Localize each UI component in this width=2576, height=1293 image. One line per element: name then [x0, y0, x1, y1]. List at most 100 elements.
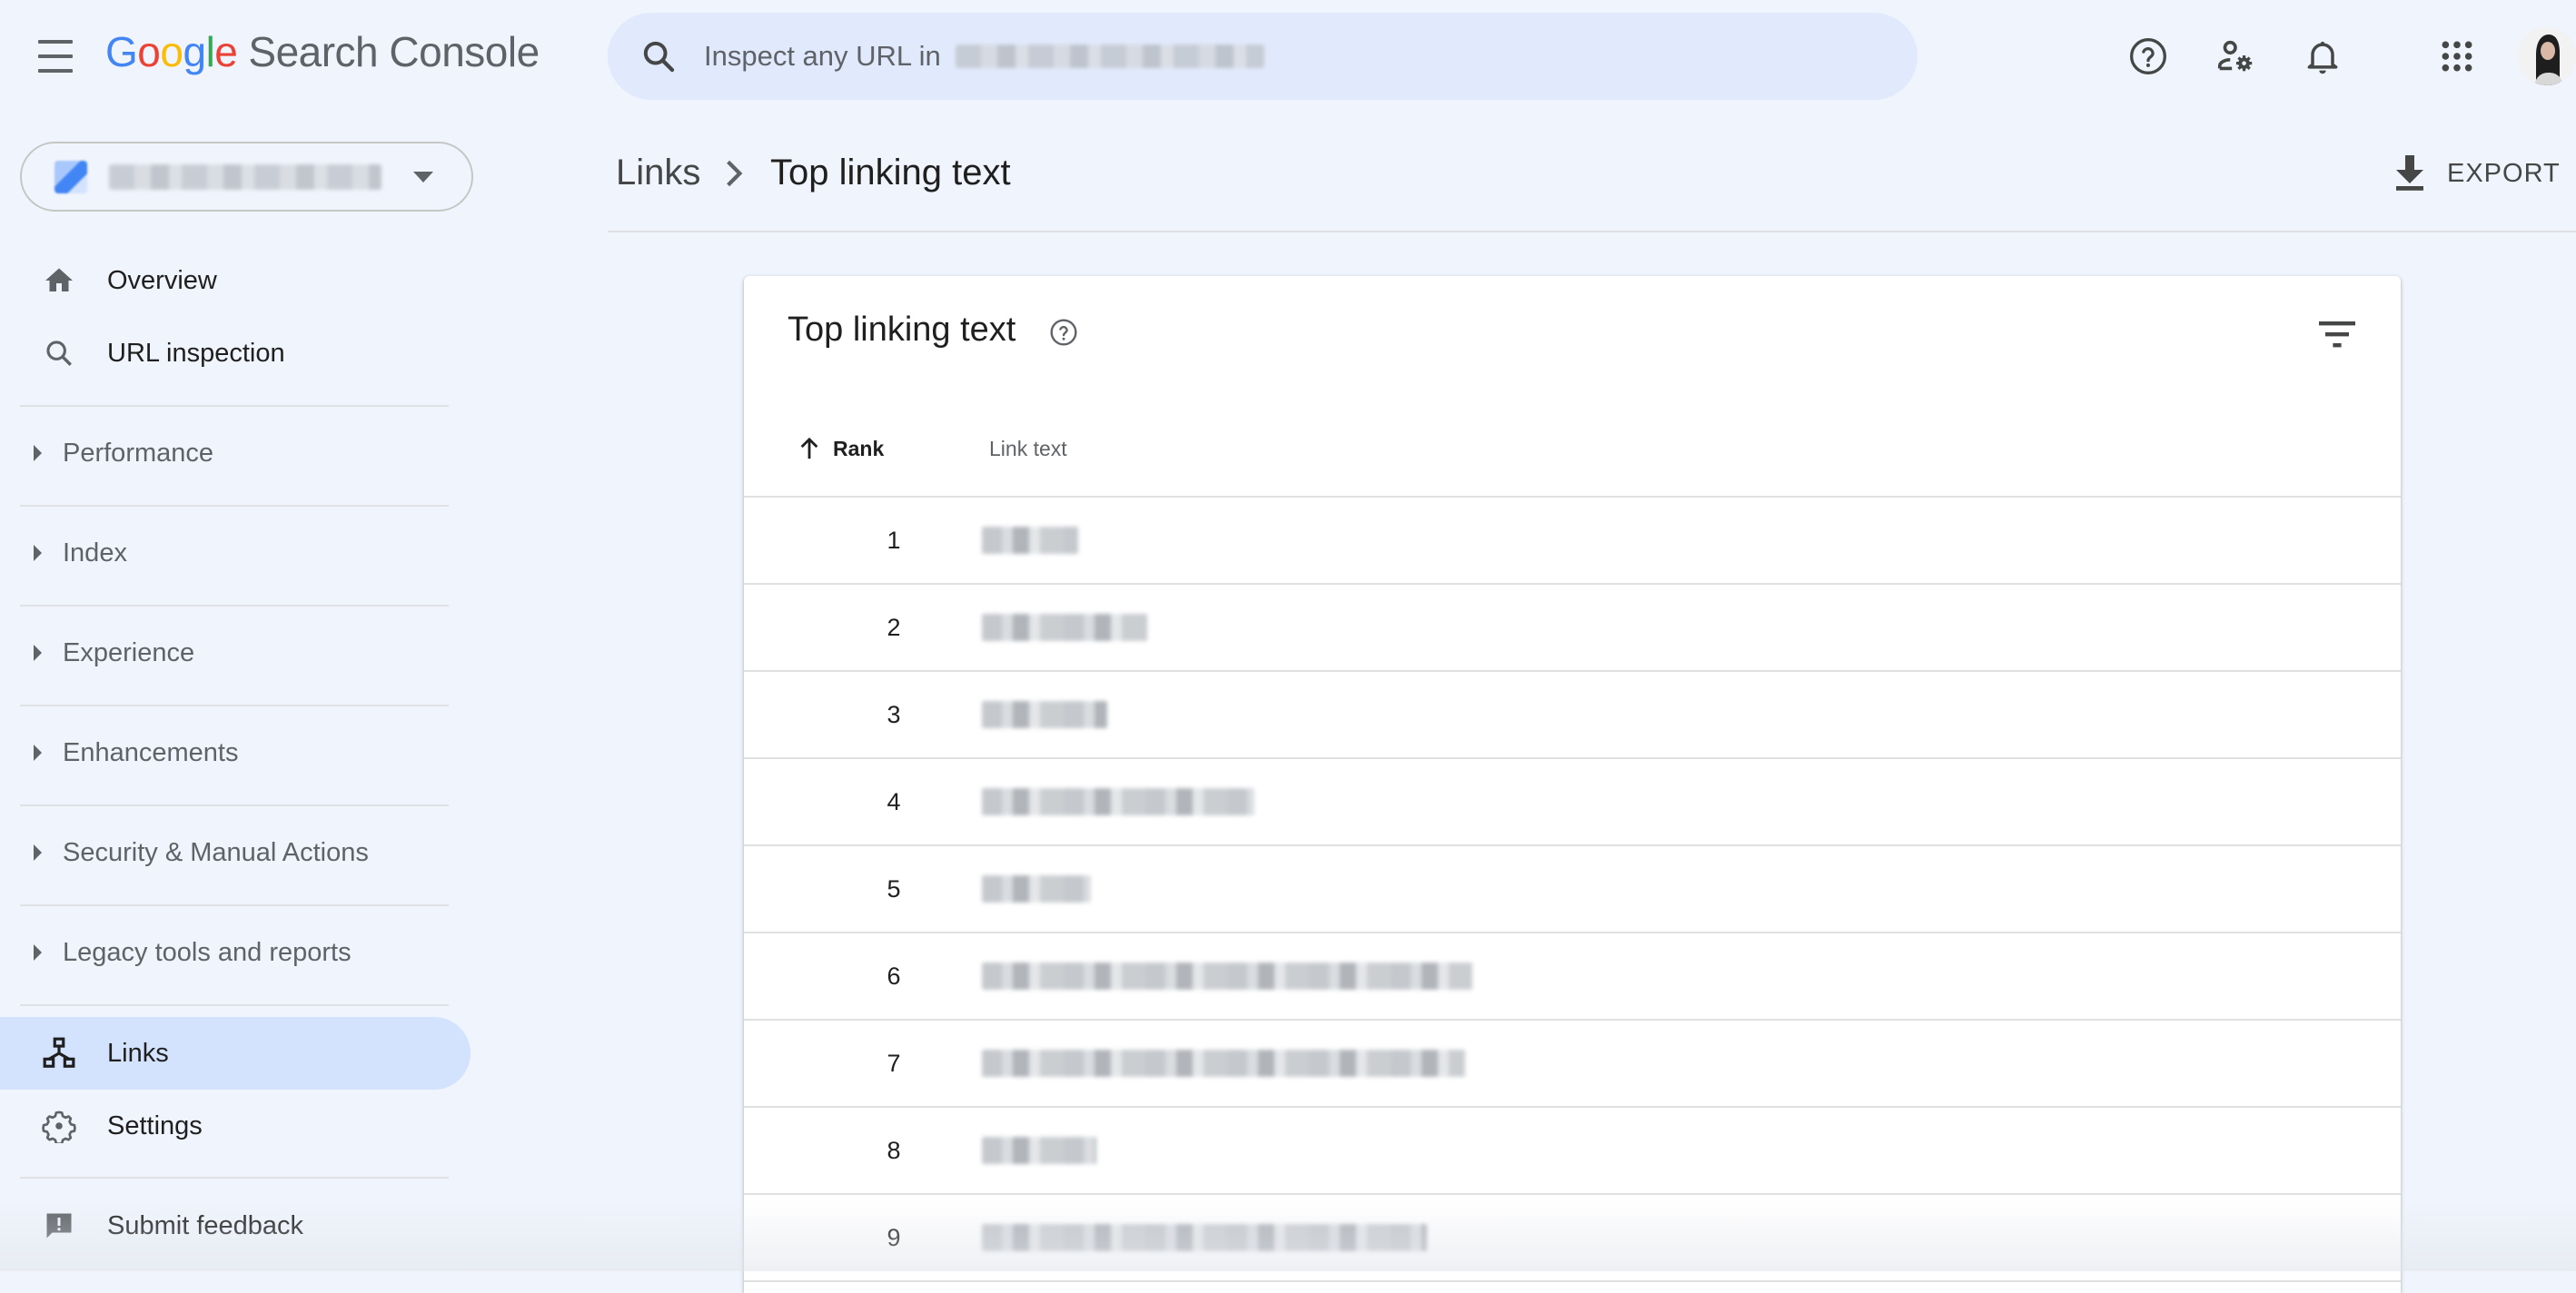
table-row[interactable]: 7 [744, 1021, 2401, 1108]
sidebar-item-label: Overview [107, 265, 217, 295]
column-header-label: Rank [833, 436, 885, 460]
rank-cell: 4 [887, 787, 901, 815]
redacted-link-text [982, 1224, 1427, 1251]
dropdown-caret-icon [413, 171, 433, 183]
redacted-link-text [982, 527, 1078, 554]
table-row[interactable]: 3 [744, 672, 2401, 759]
sidebar-item-links[interactable]: Links [0, 1017, 471, 1090]
filter-button[interactable] [2315, 312, 2359, 356]
sidebar-item-submit-feedback[interactable]: Submit feedback [0, 1189, 471, 1262]
notifications-button[interactable] [2300, 34, 2345, 79]
column-header-rank[interactable]: Rank [798, 429, 884, 469]
sidebar-section-label: Enhancements [63, 737, 239, 767]
sidebar-section-enhancements[interactable]: Enhancements [0, 716, 454, 789]
logo-letter: l [205, 28, 215, 75]
export-button[interactable]: EXPORT [2394, 153, 2561, 194]
app-logo[interactable]: Google Search Console [105, 27, 540, 76]
column-header-link-text[interactable]: Link text [989, 429, 1067, 469]
help-icon[interactable] [1049, 318, 1078, 347]
sidebar-divider [20, 605, 449, 607]
breadcrumb-links[interactable]: Links [616, 153, 700, 193]
sidebar-item-url-inspection[interactable]: URL inspection [0, 317, 471, 390]
table-row[interactable]: 6 [744, 933, 2401, 1021]
sidebar-section-legacy-tools[interactable]: Legacy tools and reports [0, 916, 454, 989]
expand-arrow-icon [34, 944, 42, 961]
sidebar-item-label: Settings [107, 1110, 203, 1140]
redacted-link-text [982, 701, 1107, 728]
expand-arrow-icon [34, 844, 42, 861]
help-button[interactable] [2125, 34, 2171, 79]
links-icon [40, 1034, 78, 1072]
search-icon [643, 41, 675, 73]
menu-icon-bar [38, 54, 73, 58]
account-avatar[interactable] [2518, 27, 2576, 85]
rank-cell: 7 [887, 1049, 901, 1077]
sidebar-section-performance[interactable]: Performance [0, 417, 454, 489]
sidebar-divider [20, 1004, 449, 1006]
redacted-link-text [982, 1137, 1096, 1164]
sort-ascending-icon [800, 437, 818, 459]
table-row[interactable]: 4 [744, 759, 2401, 846]
sidebar-section-label: Security & Manual Actions [63, 837, 369, 867]
sidebar-item-label: URL inspection [107, 338, 285, 368]
home-icon [40, 262, 78, 300]
search-icon [40, 334, 78, 372]
rank-cell: 9 [887, 1223, 901, 1251]
rank-cell: 2 [887, 613, 901, 641]
sidebar-section-security[interactable]: Security & Manual Actions [0, 816, 454, 889]
sidebar-item-label: Links [107, 1038, 169, 1068]
redacted-link-text [982, 875, 1091, 903]
url-inspection-search-input[interactable]: Inspect any URL in [608, 13, 1917, 100]
logo-letter: o [137, 28, 161, 75]
rank-cell: 6 [887, 962, 901, 990]
redacted-link-text [982, 1050, 1465, 1077]
table-row[interactable]: 2 [744, 585, 2401, 672]
manage-users-button[interactable] [2213, 34, 2258, 79]
redacted-link-text [982, 788, 1254, 815]
sidebar-section-index[interactable]: Index [0, 517, 454, 589]
manage-users-icon [2217, 40, 2253, 72]
menu-icon-bar [38, 69, 73, 73]
sidebar-section-label: Index [63, 538, 127, 568]
sidebar-item-settings[interactable]: Settings [0, 1090, 471, 1162]
redacted-property-name [109, 163, 381, 190]
logo-letter: g [183, 28, 206, 75]
card-title: Top linking text [788, 311, 1016, 349]
product-name: Search Console [248, 28, 540, 75]
search-placeholder: Inspect any URL in [704, 40, 941, 72]
expand-arrow-icon [34, 745, 42, 761]
sidebar-divider [20, 804, 449, 806]
table-row[interactable]: 8 [744, 1108, 2401, 1195]
sidebar-section-label: Legacy tools and reports [63, 937, 352, 967]
help-icon [2130, 38, 2166, 74]
sidebar-section-experience[interactable]: Experience [0, 617, 454, 689]
sidebar-item-overview[interactable]: Overview [0, 244, 471, 317]
logo-letter: e [214, 28, 238, 75]
notifications-icon [2307, 41, 2338, 74]
table-row[interactable]: 9 [744, 1195, 2401, 1282]
sidebar-section-label: Experience [63, 637, 195, 667]
expand-arrow-icon [34, 445, 42, 461]
sidebar-item-label: Submit feedback [107, 1210, 304, 1240]
property-selector[interactable] [20, 142, 473, 212]
main-menu-button[interactable] [33, 36, 78, 76]
sidebar-section-label: Performance [63, 438, 214, 468]
feedback-icon [40, 1207, 78, 1245]
rank-cell: 5 [887, 874, 901, 903]
header-divider [608, 231, 2576, 232]
table-row[interactable]: 5 [744, 846, 2401, 933]
property-favicon [54, 160, 87, 193]
table-row[interactable]: 1 [744, 498, 2401, 585]
avatar-image [2518, 27, 2576, 85]
table-body: 1 2 3 4 5 6 7 8 9 [744, 498, 2401, 1282]
gear-icon [40, 1107, 78, 1145]
rank-cell: 3 [887, 700, 901, 728]
page-title: Top linking text [770, 153, 1011, 192]
top-linking-text-card: Top linking text Rank Link text 1 2 3 4 … [744, 276, 2401, 1293]
sidebar-divider [20, 705, 449, 706]
redacted-link-text [982, 614, 1147, 641]
sidebar-divider [20, 405, 449, 407]
google-apps-button[interactable] [2434, 34, 2480, 79]
expand-arrow-icon [34, 645, 42, 661]
sidebar-divider [20, 904, 449, 906]
